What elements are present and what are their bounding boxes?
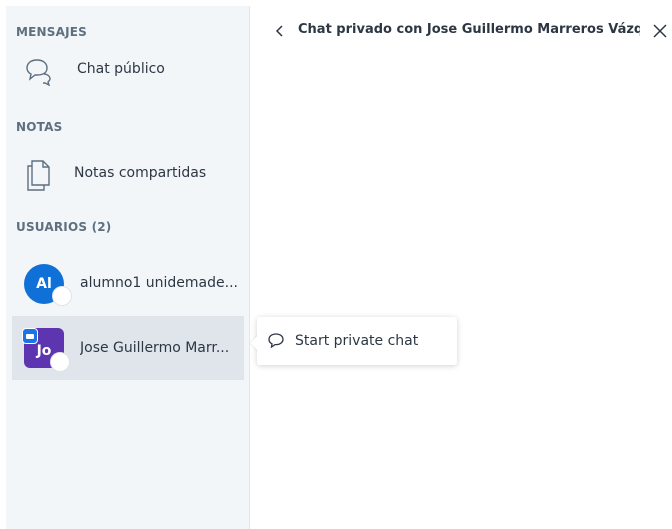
shared-notes-item[interactable]: Notas compartidas <box>16 154 244 196</box>
presence-indicator <box>50 352 70 372</box>
user-name: Jose Guillermo Marr... <box>80 340 230 356</box>
avatar-initials: Jo <box>36 343 52 359</box>
close-icon[interactable] <box>652 23 668 39</box>
start-private-chat-label: Start private chat <box>295 333 419 349</box>
document-icon <box>24 158 54 192</box>
chevron-left-icon[interactable] <box>274 23 286 39</box>
chat-bubble-icon <box>267 332 285 350</box>
user-item[interactable]: Al alumno1 unidemade... <box>12 252 244 316</box>
public-chat-item[interactable]: Chat público <box>16 50 244 92</box>
shared-notes-label: Notas compartidas <box>74 165 207 181</box>
start-private-chat-menu-item[interactable]: Start private chat <box>257 317 457 365</box>
users-section-title: USUARIOS (2) <box>16 220 112 234</box>
chat-bubbles-icon <box>24 56 54 87</box>
sidebar: MENSAJES Chat público NOTAS Notas compar… <box>6 6 250 529</box>
popover-arrow-inner <box>250 335 258 351</box>
public-chat-label: Chat público <box>77 61 165 77</box>
chat-title: Chat privado con Jose Guillermo Marreros… <box>298 22 640 37</box>
user-item-selected[interactable]: Jo Jose Guillermo Marr... <box>12 316 244 380</box>
messages-section-title: MENSAJES <box>16 25 88 39</box>
notes-section-title: NOTAS <box>16 120 63 134</box>
user-name: alumno1 unidemade... <box>80 275 238 291</box>
moderator-badge-icon <box>22 328 38 344</box>
chat-header: Chat privado con Jose Guillermo Marreros… <box>270 18 672 46</box>
presence-indicator <box>52 286 72 306</box>
avatar-initials: Al <box>36 276 52 292</box>
